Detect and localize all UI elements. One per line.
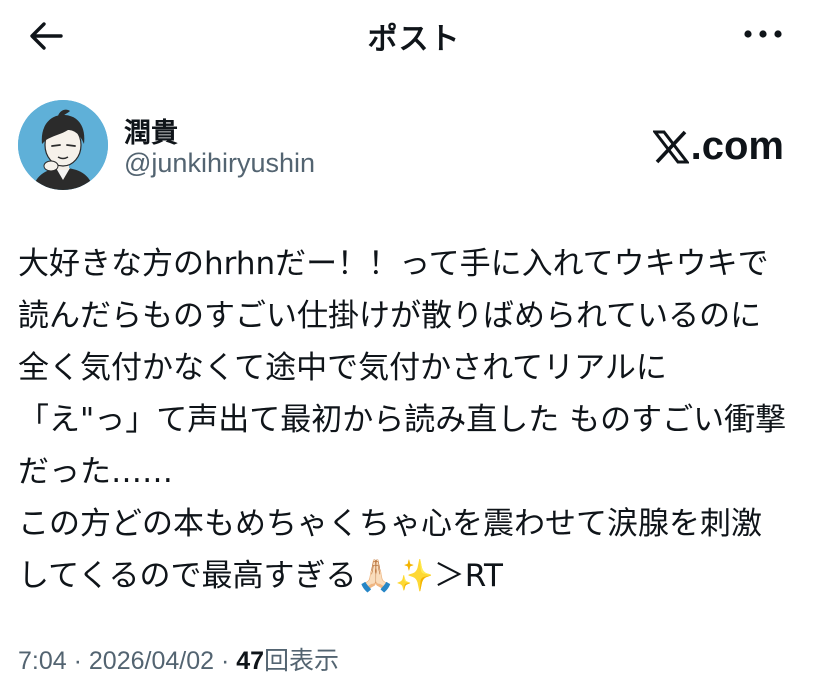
post-line: 読んだらものすごい仕掛けが散りばめられているのに xyxy=(18,298,762,334)
x-logo-icon xyxy=(652,130,689,164)
post-line: 大好きな方のhrhnだー！！って手に入れてウキウキで xyxy=(18,246,769,282)
post-line: してくるので最高すぎる🙏🏻✨＞RT xyxy=(18,558,503,594)
views-count[interactable]: 47 xyxy=(236,647,264,675)
top-bar: ポスト xyxy=(0,0,828,70)
more-options-button[interactable] xyxy=(738,22,788,46)
source-link[interactable]: .com xyxy=(652,124,784,169)
post-line: 「え"っ」て声出て最初から読み直した ものすごい衝撃 xyxy=(18,402,787,438)
source-domain: .com xyxy=(690,124,784,168)
meta-separator: · xyxy=(66,647,89,675)
post-date[interactable]: 2026/04/02 xyxy=(89,647,214,675)
views-label: 回表示 xyxy=(264,647,340,675)
post-line: この方どの本もめちゃくちゃ心を震わせて涙腺を刺激 xyxy=(18,506,762,542)
author-handle[interactable]: @junkihiryushin xyxy=(124,148,315,179)
post-metadata: 7:04 · 2026/04/02 · 47回表示 xyxy=(18,641,339,677)
avatar-illustration xyxy=(18,100,108,190)
post-time[interactable]: 7:04 xyxy=(18,647,67,675)
post-line: 全く気付かなくて途中で気付かされてリアルに xyxy=(18,350,667,386)
meta-separator: · xyxy=(214,647,237,675)
post-text: 大好きな方のhrhnだー！！って手に入れてウキウキで 読んだらものすごい仕掛けが… xyxy=(18,238,818,602)
page-title: ポスト xyxy=(367,22,461,57)
post-line: だった…… xyxy=(18,454,173,490)
author-display-name[interactable]: 潤貴 xyxy=(124,111,178,150)
more-dots-icon xyxy=(744,30,782,38)
avatar[interactable] xyxy=(18,100,108,190)
